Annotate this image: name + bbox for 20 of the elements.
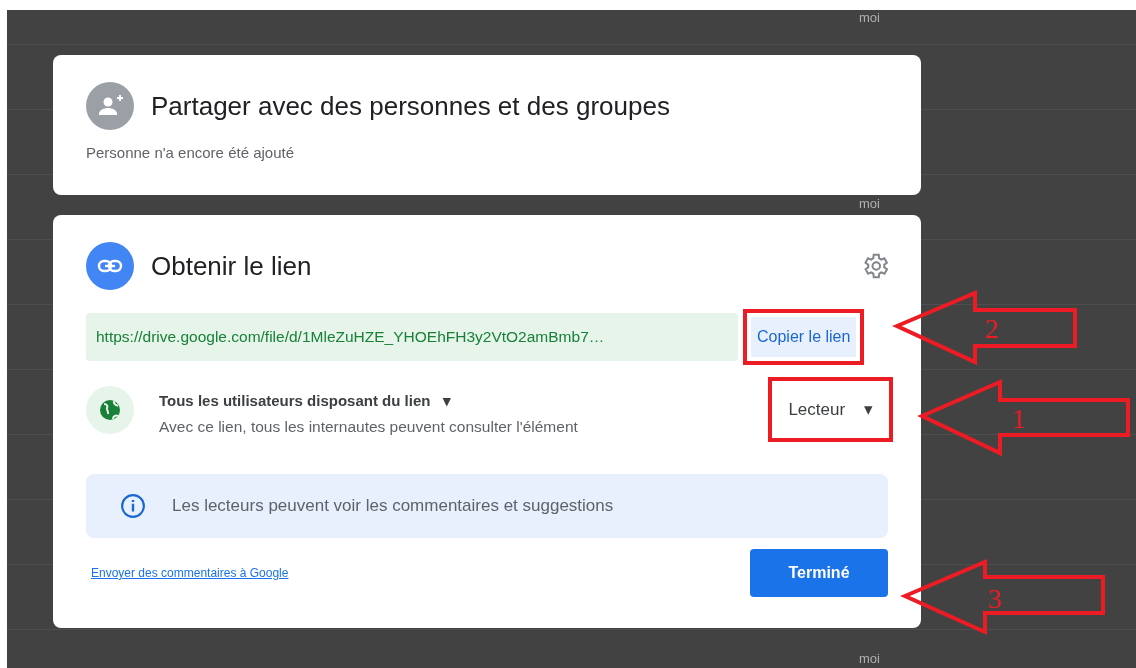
done-button[interactable]: Terminé bbox=[750, 549, 888, 597]
feedback-link[interactable]: Envoyer des commentaires à Google bbox=[91, 566, 289, 580]
row-owner: moi bbox=[859, 651, 880, 667]
info-icon bbox=[120, 493, 146, 519]
share-status: Personne n'a encore été ajouté bbox=[86, 144, 295, 161]
link-field[interactable]: https://drive.google.com/file/d/1MleZuHZE_YHOEhFH3y2VtO2amBmb7… bbox=[86, 313, 738, 361]
access-description: Avec ce lien, tous les internautes peuvent consulter l'élément bbox=[159, 417, 578, 436]
copy-link-button[interactable]: Copier le lien bbox=[751, 317, 857, 357]
card-title: Partager avec des personnes et des groupes bbox=[151, 90, 670, 122]
callout-number: 1 bbox=[1012, 403, 1026, 434]
row-owner: moi bbox=[859, 10, 880, 26]
card-title: Obtenir le lien bbox=[151, 250, 312, 282]
callout-number: 3 bbox=[988, 583, 1002, 614]
info-text: Les lecteurs peuvent voir les commentaires et suggestions bbox=[172, 496, 614, 516]
row-owner: moi bbox=[859, 196, 880, 212]
globe-icon bbox=[86, 385, 134, 434]
link-icon bbox=[86, 242, 134, 290]
callout-number: 2 bbox=[985, 313, 999, 344]
access-dropdown[interactable]: Tous les utilisateurs disposant du lien ▾ bbox=[159, 391, 451, 410]
add-person-icon bbox=[86, 82, 134, 130]
